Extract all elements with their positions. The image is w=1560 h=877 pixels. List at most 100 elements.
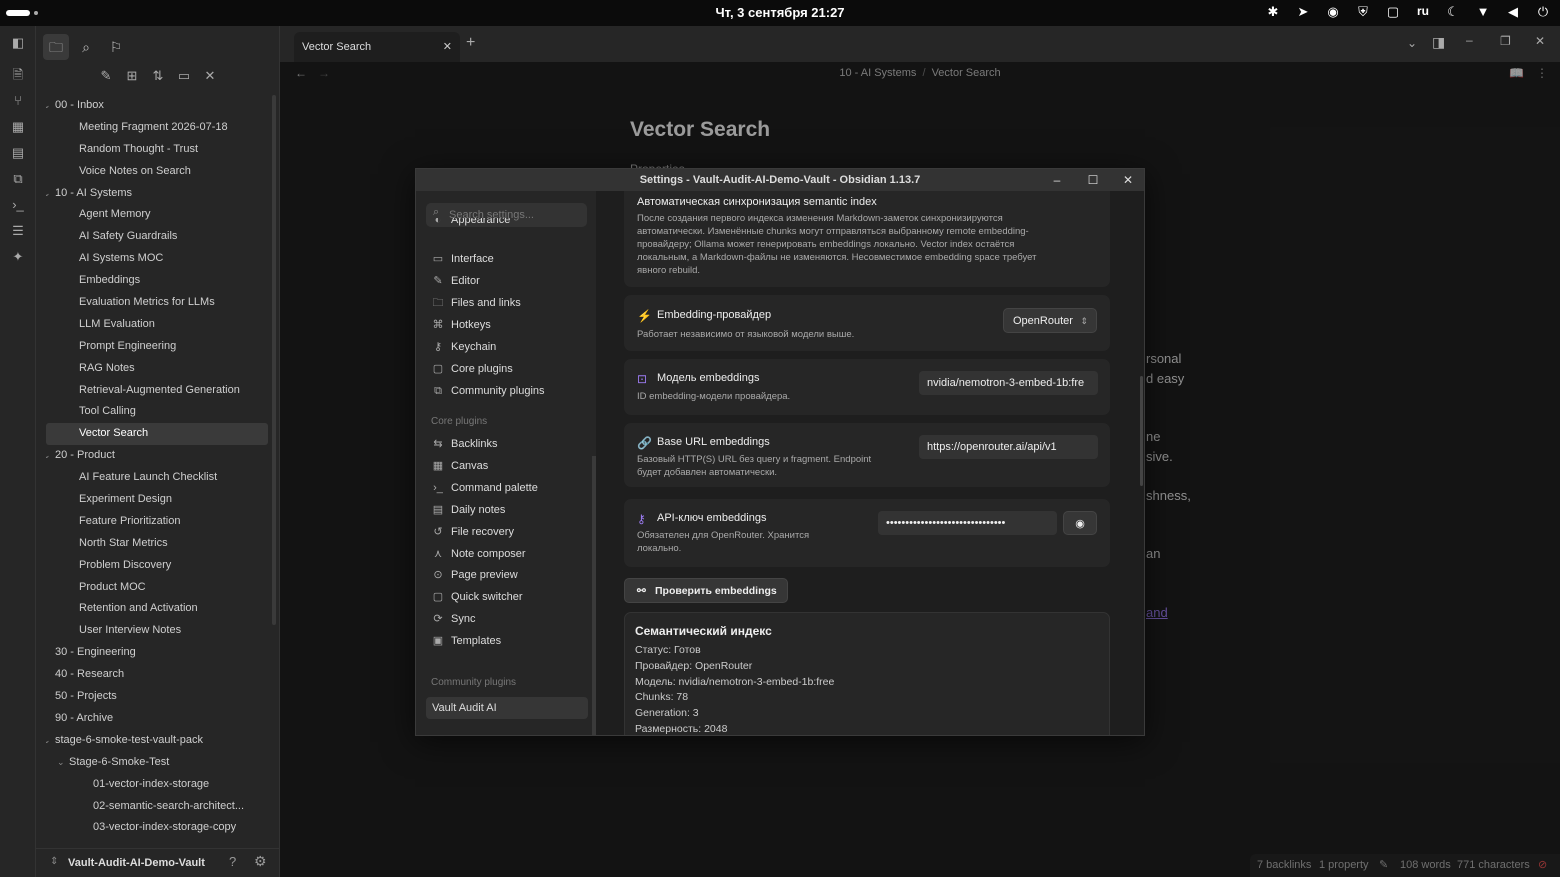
calendar-icon[interactable]: ▤ [8, 143, 28, 163]
modal-minimize-icon[interactable]: – [1039, 169, 1075, 191]
vault-chevron-icon[interactable]: ⇕ [50, 856, 58, 867]
tree-folder[interactable]: ⌄10 - AI Systems [46, 183, 268, 205]
tree-folder[interactable]: ›30 - Engineering [46, 642, 268, 664]
tree-file[interactable]: Vector Search [46, 423, 268, 446]
tree-folder[interactable]: ⌄20 - Product [46, 445, 268, 467]
tree-file[interactable]: Tool Calling [46, 401, 268, 423]
bookmark-tab-icon[interactable]: ⚐ [103, 34, 129, 60]
tree-folder[interactable]: ›50 - Projects [46, 686, 268, 708]
chevron-down-icon[interactable]: ⌄ [46, 730, 53, 752]
collapse-icon[interactable]: ▭ [175, 67, 193, 85]
tree-file[interactable]: AI Systems MOC [46, 248, 268, 270]
chevron-down-icon[interactable]: ⌄ [46, 445, 53, 467]
chevron-down-icon[interactable]: ⌄ [57, 752, 67, 774]
tree-file[interactable]: LLM Evaluation [46, 314, 268, 336]
settings-item-hotkeys[interactable]: ⌘ Hotkeys [426, 314, 588, 336]
tree-file[interactable]: Retrieval-Augmented Generation [46, 380, 268, 402]
tree-folder[interactable]: ⌄stage-6-smoke-test-vault-pack [46, 730, 268, 752]
minimize-icon[interactable]: – [1466, 33, 1473, 47]
tree-file[interactable]: Embeddings [46, 270, 268, 292]
chevron-right-icon[interactable]: › [46, 686, 53, 708]
sidebar-toggle-icon[interactable]: ◧ [8, 33, 28, 53]
tree-file[interactable]: Prompt Engineering [46, 336, 268, 358]
help-icon[interactable]: ? [229, 854, 236, 869]
search-tab-icon[interactable]: ⌕ [73, 34, 99, 60]
settings-item-templates[interactable]: ▣ Templates [426, 630, 588, 652]
tree-file[interactable]: Feature Prioritization [46, 511, 268, 533]
sidebar-scrollbar[interactable] [272, 95, 276, 625]
steam-icon[interactable]: ◉ [1324, 4, 1342, 20]
bluetooth-icon[interactable]: ✱ [1264, 4, 1282, 20]
chevron-down-icon[interactable]: ⌄ [46, 95, 53, 117]
tree-file[interactable]: AI Safety Guardrails [46, 226, 268, 248]
modal-close-icon[interactable]: ✕ [1110, 169, 1146, 191]
moon-icon[interactable]: ☾ [1444, 4, 1462, 20]
check-embeddings-button[interactable]: ⚯ Проверить embeddings [624, 578, 788, 603]
tree-file[interactable]: 03-vector-index-storage-copy [46, 817, 268, 839]
chevron-right-icon[interactable]: › [46, 708, 53, 730]
settings-item-sync[interactable]: ⟳ Sync [426, 608, 588, 630]
settings-item-interface[interactable]: ▭ Interface [426, 248, 588, 270]
tree-file[interactable]: Voice Notes on Search [46, 161, 268, 183]
clipboard-icon[interactable]: ▢ [1384, 4, 1402, 20]
files-tab-icon[interactable]: 🗀 [43, 34, 69, 60]
tree-file[interactable]: Product MOC [46, 577, 268, 599]
settings-item-editor[interactable]: ✎ Editor [426, 270, 588, 292]
wifi-icon[interactable]: ▼ [1474, 4, 1492, 20]
settings-item-keychain[interactable]: ⚷ Keychain [426, 336, 588, 358]
shield-icon[interactable]: ⛨ [1354, 4, 1372, 20]
tree-file[interactable]: Experiment Design [46, 489, 268, 511]
tree-file[interactable]: Meeting Fragment 2026-07-18 [46, 117, 268, 139]
close-all-icon[interactable]: ✕ [201, 67, 219, 85]
sort-icon[interactable]: ⇅ [149, 67, 167, 85]
tab-list-icon[interactable]: ⌄ [1407, 36, 1417, 50]
settings-item-canvas[interactable]: ▦ Canvas [426, 455, 588, 477]
tree-file[interactable]: 01-vector-index-storage [46, 774, 268, 796]
settings-item-core-plugins[interactable]: ▢ Core plugins [426, 358, 588, 380]
settings-gear-icon[interactable]: ⚙ [254, 853, 267, 870]
plugin-icon[interactable]: ✦ [8, 247, 28, 267]
show-key-eye-icon[interactable]: ◉ [1063, 511, 1097, 535]
tree-file[interactable]: Evaluation Metrics for LLMs [46, 292, 268, 314]
settings-item-daily-notes[interactable]: ▤ Daily notes [426, 499, 588, 521]
chevron-right-icon[interactable]: › [46, 642, 53, 664]
tree-file[interactable]: North Star Metrics [46, 533, 268, 555]
settings-item-community-plugins[interactable]: ⧉ Community plugins [426, 380, 588, 402]
terminal-icon[interactable]: ›_ [8, 195, 28, 215]
settings-item-page-preview[interactable]: ⊙ Page preview [426, 564, 588, 586]
chevron-down-icon[interactable]: ⌄ [46, 183, 53, 205]
canvas-icon[interactable]: ▦ [8, 117, 28, 137]
new-folder-icon[interactable]: ⊞ [123, 67, 141, 85]
tree-file[interactable]: Problem Discovery [46, 555, 268, 577]
new-note-icon[interactable]: ✎ [97, 67, 115, 85]
settings-item-command-palette[interactable]: ›_ Command palette [426, 477, 588, 499]
tree-file[interactable]: 02-semantic-search-architect... [46, 796, 268, 818]
provider-select[interactable]: OpenRouter ⇕ [1003, 308, 1097, 333]
file-icon[interactable]: 🗎 [8, 65, 28, 85]
settings-item-quick-switcher[interactable]: ▢ Quick switcher [426, 586, 588, 608]
tree-file[interactable]: Random Thought - Trust [46, 139, 268, 161]
tab-close-icon[interactable]: ✕ [443, 35, 452, 59]
tree-folder[interactable]: ›40 - Research [46, 664, 268, 686]
restore-icon[interactable]: ❐ [1500, 34, 1511, 48]
telegram-icon[interactable]: ➤ [1294, 4, 1312, 20]
settings-item-note-composer[interactable]: ⋏ Note composer [426, 543, 588, 565]
chevron-right-icon[interactable]: › [46, 664, 53, 686]
tree-file[interactable]: Agent Memory [46, 204, 268, 226]
settings-item-file-recovery[interactable]: ↺ File recovery [426, 521, 588, 543]
settings-item-vault-audit-ai[interactable]: Vault Audit AI [426, 697, 588, 719]
model-input[interactable]: nvidia/nemotron-3-embed-1b:fre [919, 371, 1098, 395]
modal-maximize-icon[interactable]: ☐ [1075, 169, 1111, 191]
tree-folder[interactable]: ⌄ Stage-6-Smoke-Test [46, 752, 268, 774]
tree-folder[interactable]: ⌄00 - Inbox [46, 95, 268, 117]
settings-item-files-and-links[interactable]: 🗀 Files and links [426, 292, 588, 314]
base-url-input[interactable]: https://openrouter.ai/api/v1 [919, 435, 1098, 459]
settings-content-scrollbar[interactable] [1140, 376, 1143, 486]
tree-file[interactable]: AI Feature Launch Checklist [46, 467, 268, 489]
templates-icon[interactable]: ☰ [8, 221, 28, 241]
new-tab-icon[interactable]: + [466, 34, 475, 52]
tree-file[interactable]: Retention and Activation [46, 598, 268, 620]
power-icon[interactable]: ⏻ [1534, 4, 1552, 20]
tab-vector-search[interactable]: Vector Search ✕ [294, 32, 460, 62]
graph-icon[interactable]: ⑂ [8, 91, 28, 111]
